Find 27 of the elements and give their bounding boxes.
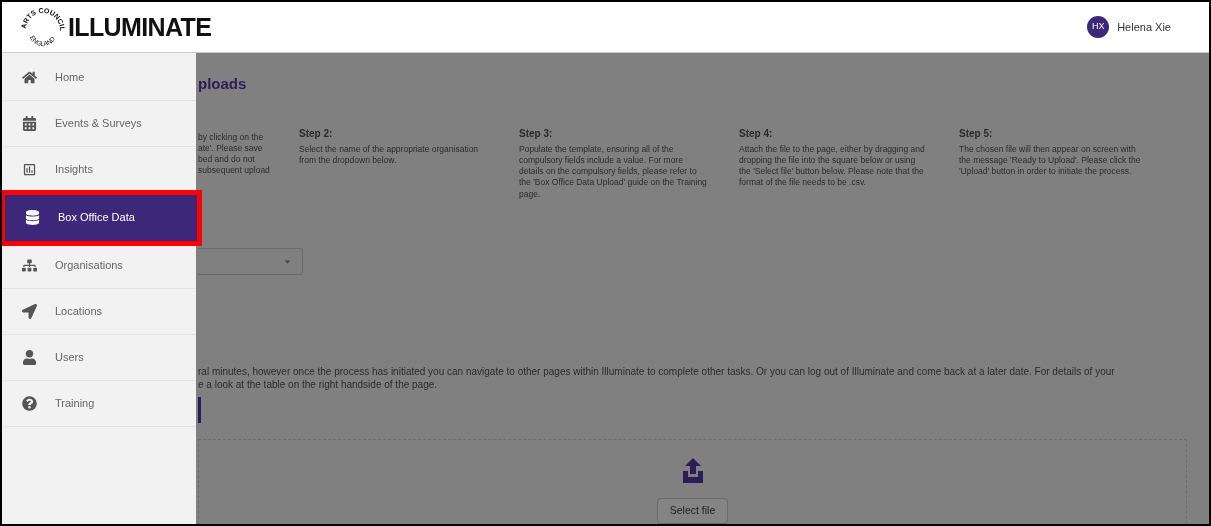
step-heading: Step 4: xyxy=(739,127,773,140)
hierarchy-icon xyxy=(22,258,37,273)
bar-chart-icon xyxy=(22,162,37,177)
step-description: Attach the file to the page, either by dragging and dropping the file into the square below or using the 'Select file' button below. Please note that the format of the file needs to be .csv. xyxy=(739,143,926,189)
home-icon xyxy=(22,70,37,85)
select-file-button[interactable]: Select file xyxy=(656,498,729,524)
user-name[interactable]: Helena Xie xyxy=(1117,18,1171,36)
step-description: by clicking on the ate'. Please save bed and do not subsequent upload xyxy=(198,131,271,177)
location-arrow-icon xyxy=(22,304,37,319)
sidebar-item[interactable]: Box Office Data xyxy=(5,195,197,241)
step-heading: Step 3: xyxy=(519,127,553,140)
user-icon xyxy=(22,350,37,365)
step-heading: Step 5: xyxy=(959,127,993,140)
organisation-dropdown[interactable] xyxy=(198,248,303,276)
step-description: Populate the template, ensuring all of the compulsory fields include a value. For more details on the compulsory fields, please refer to the 'Box Office Data Upload' guide on the Training page. xyxy=(519,143,708,200)
upload-icon xyxy=(681,458,704,484)
database-icon xyxy=(25,210,40,225)
step-description: The chosen file will then appear on screen with the message 'Ready to Upload'. Please click the 'Upload' button in order to initiate the process. xyxy=(959,143,1142,178)
user-avatar: HX xyxy=(1087,16,1110,38)
step-heading: Step 2: xyxy=(299,127,333,140)
file-dropzone[interactable]: Select file xyxy=(198,439,1187,524)
upload-notice: ral minutes, however once the process has initiated you can navigate to other pages within Illuminate to complete other tasks. Or you can log out of Illuminate and come back at a later date. For details of your e a look at the table on the right handside of the page. xyxy=(198,365,1116,392)
page-title: ploads xyxy=(198,74,247,94)
help-icon xyxy=(22,396,37,411)
step-description: Select the name of the appropriate organisation from the dropdown below. xyxy=(299,143,480,167)
calendar-icon xyxy=(22,116,37,131)
logo-wordmark: ILLUMINATE xyxy=(68,14,212,40)
